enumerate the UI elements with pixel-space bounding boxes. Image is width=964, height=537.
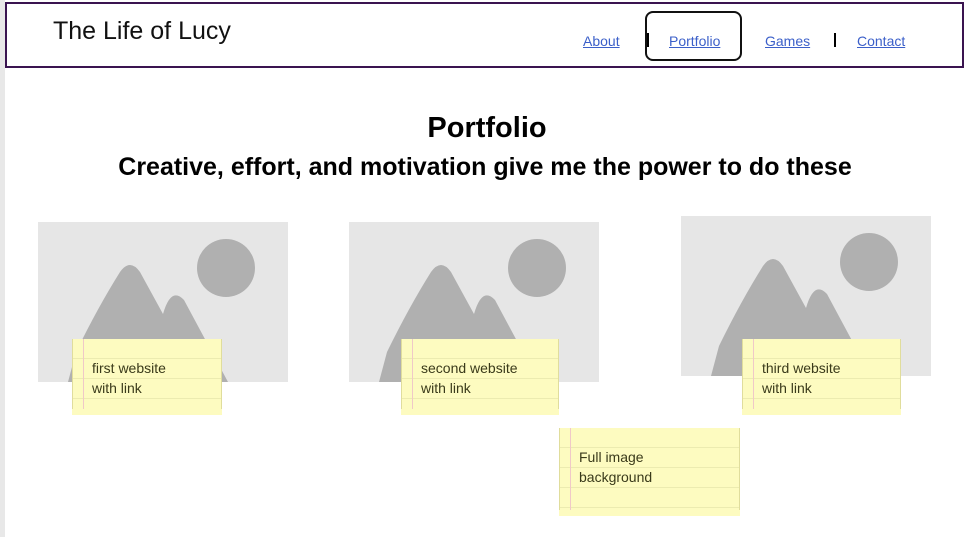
portfolio-note-text: third website with link [762,360,841,396]
site-header: The Life of Lucy About Portfolio Games C… [5,2,964,68]
nav-link-about[interactable]: About [583,33,620,49]
nav-link-portfolio[interactable]: Portfolio [669,33,720,49]
nav-separator [834,33,836,47]
page-left-edge [0,0,5,537]
portfolio-note-text: first website with link [92,360,166,396]
page-subtitle: Creative, effort, and motivation give me… [118,153,852,181]
full-image-background-note[interactable]: Full image background [559,428,740,516]
main-nav: About Portfolio Games Contact [7,4,962,66]
portfolio-note-text: second website with link [421,360,518,396]
portfolio-note-1[interactable]: first website with link [72,339,222,415]
nav-link-contact[interactable]: Contact [857,33,905,49]
nav-link-games[interactable]: Games [765,33,810,49]
portfolio-note-2[interactable]: second website with link [401,339,559,415]
portfolio-note-3[interactable]: third website with link [742,339,901,415]
page-title: Portfolio [427,112,547,144]
full-image-background-note-text: Full image background [579,449,653,485]
